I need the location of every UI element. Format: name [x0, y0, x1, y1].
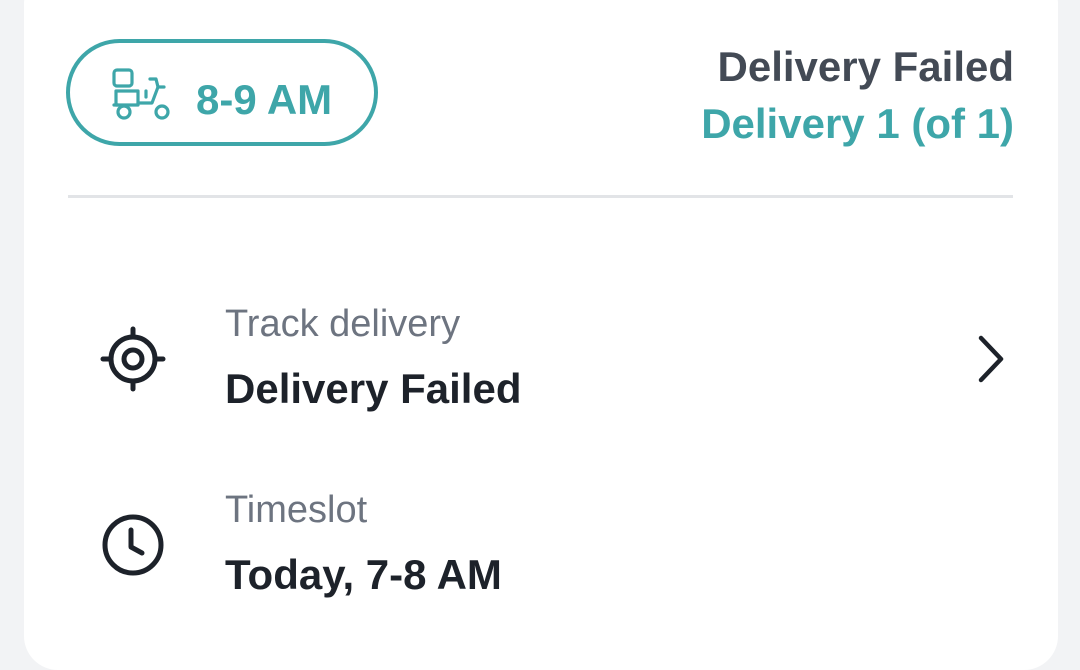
timeslot-pill[interactable]: 8-9 AM	[66, 39, 378, 146]
track-delivery-label: Track delivery	[225, 303, 461, 345]
timeslot-label: Timeslot	[225, 489, 368, 531]
timeslot-pill-label: 8-9 AM	[196, 76, 333, 123]
timeslot-value: Today, 7-8 AM	[225, 551, 502, 598]
timeslot-row: Timeslot Today, 7-8 AM	[68, 484, 1013, 604]
track-delivery-value: Delivery Failed	[225, 365, 522, 412]
clock-icon	[102, 514, 164, 576]
chevron-right-icon[interactable]	[969, 334, 1013, 384]
location-target-icon	[100, 326, 166, 392]
header-divider	[68, 195, 1013, 198]
delivery-scooter-icon	[112, 68, 170, 120]
track-delivery-row[interactable]: Track delivery Delivery Failed	[68, 298, 1013, 418]
delivery-status-title: Delivery Failed	[717, 43, 1014, 90]
delivery-count-subtitle: Delivery 1 (of 1)	[701, 100, 1014, 147]
